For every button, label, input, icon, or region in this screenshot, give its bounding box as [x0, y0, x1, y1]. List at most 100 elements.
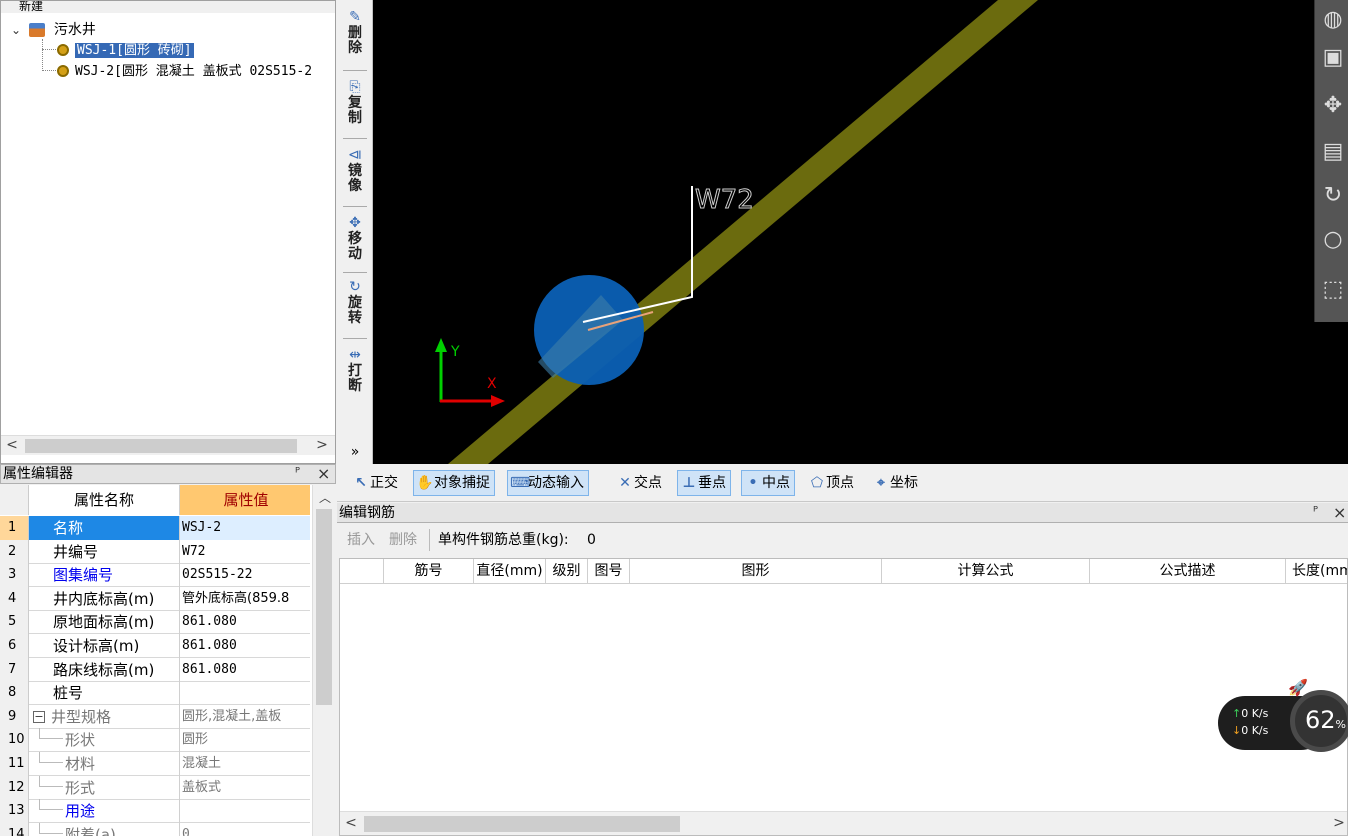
intersection-label: 交点	[634, 475, 662, 491]
property-row[interactable]: 1 名称 WSJ-2	[0, 516, 310, 540]
col-header-bar-no[interactable]: 筋号	[384, 559, 474, 584]
property-value[interactable]	[180, 799, 310, 823]
tree-connector	[39, 752, 63, 763]
orbit-icon[interactable]: ↻	[1319, 182, 1347, 210]
property-row[interactable]: 7 路床线标高(m) 861.080	[0, 657, 310, 682]
object-snap-toggle[interactable]: ✋对象捕捉	[413, 470, 495, 496]
property-value[interactable]: 861.080	[180, 610, 310, 634]
dynamic-input-toggle[interactable]: ⌨动态输入	[507, 470, 589, 496]
scroll-thumb[interactable]	[25, 439, 297, 453]
property-row[interactable]: 11 材料 混凝土	[0, 752, 310, 776]
pipe-segment[interactable]	[448, 0, 1038, 464]
property-row[interactable]: 8 桩号	[0, 681, 310, 706]
property-value[interactable]: 861.080	[180, 634, 310, 658]
perpendicular-snap-toggle[interactable]: ⊥ 垂点	[677, 470, 731, 496]
chevron-down-icon[interactable]: ⌄	[11, 20, 25, 40]
col-header-diameter[interactable]: 直径(mm)	[474, 559, 546, 584]
col-header-formula-desc[interactable]: 公式描述	[1090, 559, 1286, 584]
property-row[interactable]: 5 原地面标高(m) 861.080	[0, 610, 310, 635]
new-button[interactable]: 新建	[19, 1, 43, 13]
row-number: 1	[0, 516, 29, 540]
close-icon[interactable]: ×	[1333, 504, 1346, 522]
sphere-view-icon[interactable]: ◍	[1319, 6, 1347, 34]
property-row[interactable]: 10 形状 圆形	[0, 728, 310, 753]
tree-item[interactable]: WSJ-2[圆形 混凝土 盖板式 02S515-2	[57, 61, 312, 81]
network-speed-widget[interactable]: ↑0 K/s ↓0 K/s 62% 🚀	[1218, 678, 1348, 752]
tree-item[interactable]: WSJ-1[圆形 砖砌]	[57, 40, 194, 60]
property-value[interactable]: 混凝土	[180, 752, 310, 776]
insert-button[interactable]: 插入	[347, 523, 375, 557]
mirror-label: 镜像	[348, 163, 362, 194]
property-row[interactable]: 12 形式 盖板式	[0, 775, 310, 800]
col-header-grade[interactable]: 级别	[546, 559, 588, 584]
download-speed: 0 K/s	[1241, 724, 1269, 737]
col-header-shape[interactable]: 图形	[630, 559, 882, 584]
property-vertical-scrollbar[interactable]: ︿	[312, 485, 336, 836]
midpoint-snap-toggle[interactable]: • 中点	[741, 470, 795, 496]
cube-view-icon[interactable]: ▣	[1319, 44, 1347, 72]
property-row[interactable]: 4 井内底标高(m) 管外底标高(859.8	[0, 586, 310, 611]
close-icon[interactable]: ×	[317, 465, 330, 483]
more-tools-icon[interactable]: »	[337, 444, 373, 460]
box-view-icon[interactable]: ⬚	[1319, 276, 1347, 304]
scroll-up-icon[interactable]: ︿	[316, 489, 334, 507]
property-row[interactable]: 6 设计标高(m) 861.080	[0, 634, 310, 658]
col-header-length[interactable]: 长度(mm)	[1286, 559, 1347, 584]
pan-icon[interactable]: ✥	[1319, 92, 1347, 120]
property-value[interactable]: 盖板式	[180, 776, 310, 800]
intersection-snap-toggle[interactable]: ✕ 交点	[613, 470, 667, 496]
scroll-thumb[interactable]	[364, 816, 680, 832]
rotate-button[interactable]: ↻ 旋转	[337, 278, 373, 326]
break-button[interactable]: ⇹ 打断	[337, 346, 373, 394]
property-row[interactable]: 13 用途	[0, 799, 310, 824]
row-number: 10	[0, 728, 29, 753]
window-zoom-icon[interactable]: ▤	[1319, 138, 1347, 166]
scroll-right-icon[interactable]: >	[313, 436, 331, 454]
property-value[interactable]: 861.080	[180, 658, 310, 682]
pin-icon[interactable]: ᴾ	[295, 465, 300, 483]
copy-icon: ⎘	[349, 79, 361, 95]
rebar-horizontal-scrollbar[interactable]: < >	[340, 811, 1347, 835]
tree-root[interactable]: ⌄ 污水井	[11, 20, 96, 40]
vertex-snap-toggle[interactable]: ⬠ 顶点	[805, 470, 859, 496]
property-value[interactable]: 0	[180, 823, 310, 836]
circle-view-icon[interactable]: ○	[1319, 226, 1347, 254]
perpendicular-label: 垂点	[698, 475, 726, 491]
move-button[interactable]: ✥ 移动	[337, 214, 373, 262]
rebar-grid[interactable]: 筋号 直径(mm) 级别 图号 图形 计算公式 公式描述 长度(mm) < >	[339, 558, 1348, 836]
col-header-figure-no[interactable]: 图号	[588, 559, 630, 584]
property-name: 桩号	[29, 681, 180, 706]
scroll-left-icon[interactable]: <	[342, 814, 360, 832]
delete-button[interactable]: ✎ 删除	[337, 8, 373, 56]
property-row[interactable]: 14 附着(a) 0	[0, 822, 310, 836]
coordinate-snap-toggle[interactable]: ⌖ 坐标	[869, 470, 923, 496]
property-row[interactable]: 3 图集编号 02S515-22	[0, 563, 310, 588]
mirror-button[interactable]: ⧏ 镜像	[337, 146, 373, 194]
property-value[interactable]	[180, 681, 310, 705]
scroll-left-icon[interactable]: <	[3, 436, 21, 454]
scroll-thumb[interactable]	[316, 509, 332, 705]
tree-horizontal-scrollbar[interactable]: < >	[1, 435, 335, 455]
rebar-editor-title: 编辑钢筋	[339, 505, 395, 521]
property-value[interactable]: 管外底标高(859.8	[180, 587, 310, 611]
scroll-right-icon[interactable]: >	[1330, 814, 1347, 832]
pin-icon[interactable]: ᴾ	[1313, 504, 1318, 522]
collapse-icon[interactable]: −	[33, 711, 45, 724]
property-row[interactable]: 9− 井型规格 圆形,混凝土,盖板	[0, 704, 310, 729]
move-icon: ✥	[349, 215, 361, 231]
property-row[interactable]: 2 井编号 W72	[0, 539, 310, 564]
property-value[interactable]: WSJ-2	[180, 516, 310, 540]
canvas-svg: W72 Y X	[435, 0, 1038, 464]
col-header-formula[interactable]: 计算公式	[882, 559, 1090, 584]
delete-button[interactable]: 删除	[389, 523, 417, 557]
well-label[interactable]: W72	[695, 185, 755, 216]
total-weight-value: 0	[587, 532, 596, 548]
ortho-toggle[interactable]: ↖ 正交	[349, 470, 403, 496]
property-value[interactable]: 圆形,混凝土,盖板	[180, 705, 310, 729]
copy-button[interactable]: ⎘ 复制	[337, 78, 373, 126]
property-value[interactable]: 02S515-22	[180, 563, 310, 587]
drawing-canvas[interactable]: W72 Y X	[373, 0, 1348, 464]
property-value[interactable]: W72	[180, 540, 310, 564]
row-number: 14	[0, 822, 29, 836]
property-value[interactable]: 圆形	[180, 728, 310, 752]
